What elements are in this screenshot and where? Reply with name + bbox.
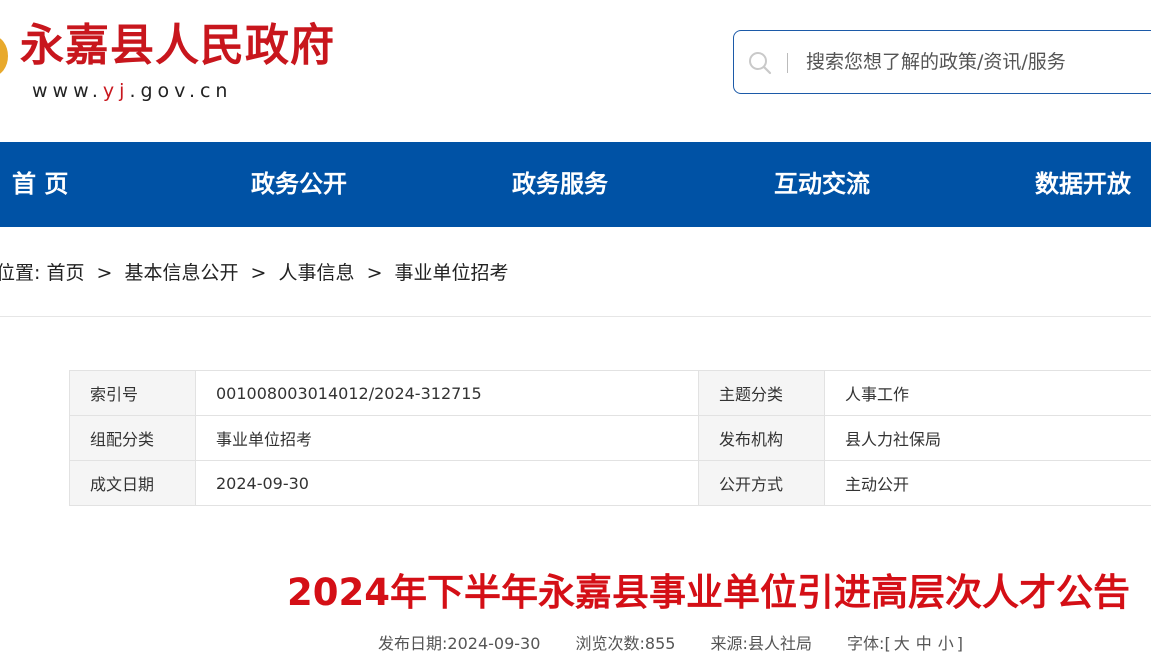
divider <box>0 316 1151 317</box>
info-label: 主题分类 <box>698 370 825 416</box>
info-value: 事业单位招考 <box>195 415 699 461</box>
info-value: 县人力社保局 <box>824 415 1151 461</box>
font-bracket-open: [ <box>884 634 891 653</box>
info-value: 主动公开 <box>824 460 1151 506</box>
font-bracket-close: ] <box>956 634 963 653</box>
site-url-suffix: .gov.cn <box>129 80 233 102</box>
search-box[interactable] <box>733 30 1151 94</box>
info-label: 组配分类 <box>69 415 196 461</box>
site-url: www.yj.gov.cn <box>32 80 232 102</box>
site-title[interactable]: 永嘉县人民政府 <box>20 16 335 76</box>
nav-item-gov-affairs-open[interactable]: 政务公开 <box>251 142 347 227</box>
info-label: 公开方式 <box>698 460 825 506</box>
info-value: 人事工作 <box>824 370 1151 416</box>
font-large-button[interactable]: 大 <box>894 634 910 653</box>
breadcrumb-prefix: 位置: <box>0 262 41 284</box>
table-row: 索引号 001008003014012/2024-312715 主题分类 人事工… <box>69 370 1151 416</box>
info-label: 索引号 <box>69 370 196 416</box>
font-small-button[interactable]: 小 <box>938 634 954 653</box>
font-medium-button[interactable]: 中 <box>916 634 932 653</box>
nav-item-home[interactable]: 首 页 <box>12 142 68 227</box>
publish-date-label: 发布日期: <box>378 634 448 653</box>
breadcrumb-recruitment-link[interactable]: 事业单位招考 <box>395 262 509 284</box>
info-label: 发布机构 <box>698 415 825 461</box>
table-row: 组配分类 事业单位招考 发布机构 县人力社保局 <box>69 415 1151 461</box>
info-label: 成文日期 <box>69 460 196 506</box>
breadcrumb-personnel-link[interactable]: 人事信息 <box>279 262 355 284</box>
nav-item-interaction[interactable]: 互动交流 <box>774 142 870 227</box>
publish-date-value: 2024-09-30 <box>447 634 541 653</box>
nav-item-open-data[interactable]: 数据开放 <box>1035 142 1131 227</box>
site-url-highlight: yj <box>102 80 130 102</box>
font-size-label: 字体: <box>847 634 885 653</box>
view-count-value: 855 <box>644 634 676 653</box>
font-size-switcher: 字体:[大中小] <box>847 634 963 653</box>
source-value: 县人社局 <box>747 634 812 653</box>
document-info-table: 索引号 001008003014012/2024-312715 主题分类 人事工… <box>69 370 1151 506</box>
breadcrumb-separator: > <box>366 262 383 284</box>
logo-emblem-icon <box>0 36 8 76</box>
search-input[interactable] <box>806 45 1146 79</box>
info-value: 2024-09-30 <box>195 460 699 506</box>
view-count: 浏览次数:855 <box>575 634 675 653</box>
breadcrumb-home-link[interactable]: 首页 <box>46 262 84 284</box>
site-url-prefix: www. <box>32 80 103 102</box>
nav-item-gov-services[interactable]: 政务服务 <box>512 142 608 227</box>
search-divider <box>787 53 788 73</box>
breadcrumb-basic-info-link[interactable]: 基本信息公开 <box>124 262 238 284</box>
breadcrumb: 位置: 首页 > 基本信息公开 > 人事信息 > 事业单位招考 <box>0 258 509 285</box>
info-value: 001008003014012/2024-312715 <box>195 370 699 416</box>
breadcrumb-separator: > <box>96 262 113 284</box>
main-nav: 首 页 政务公开 政务服务 互动交流 数据开放 <box>0 142 1151 227</box>
source: 来源:县人社局 <box>711 634 812 653</box>
article-title: 2024年下半年永嘉县事业单位引进高层次人才公告 <box>287 571 1130 614</box>
breadcrumb-separator: > <box>250 262 267 284</box>
search-icon[interactable] <box>748 51 772 75</box>
table-row: 成文日期 2024-09-30 公开方式 主动公开 <box>69 460 1151 506</box>
view-count-label: 浏览次数: <box>575 634 645 653</box>
article-meta: 发布日期:2024-09-30 浏览次数:855 来源:县人社局 字体:[大中小… <box>378 630 963 654</box>
publish-date: 发布日期:2024-09-30 <box>378 634 540 653</box>
source-label: 来源: <box>710 634 748 653</box>
